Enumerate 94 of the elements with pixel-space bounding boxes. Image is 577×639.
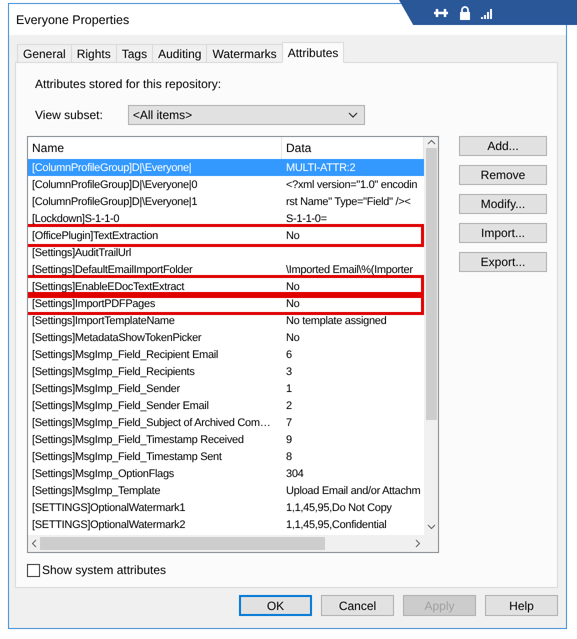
list-row[interactable]: [Settings]MsgImp_Field_Sender Email 2: [28, 397, 424, 414]
data-cell-text: 304: [285, 468, 304, 480]
signal-icon[interactable]: [481, 6, 494, 19]
list-row[interactable]: [Settings]MsgImp_OptionFlags 304: [28, 465, 424, 482]
list-row[interactable]: [Settings]ImportPDFPages No: [28, 295, 424, 312]
list-row[interactable]: [ColumnProfileGroup]D|\Everyone|0 <?xml version="1.0" encodin: [28, 176, 424, 193]
data-cell-text: 7: [285, 416, 293, 428]
action-button[interactable]: Import...: [459, 223, 547, 243]
list-row[interactable]: [Settings]MsgImp_Template Upload Email and/or Attachm: [28, 482, 424, 499]
list-row[interactable]: [Settings]MsgImp_Field_Recipients 3: [28, 363, 424, 380]
scrollbar-thumb[interactable]: [426, 148, 436, 420]
list-row[interactable]: [Settings]MsgImp_Field_Timestamp Received 9: [28, 431, 424, 448]
scroll-down-icon[interactable]: [426, 524, 436, 530]
data-cell-text: S-1-1-0=: [285, 212, 328, 224]
data-cell-text: Upload Email and/or Attachm: [285, 484, 422, 496]
dialog-button[interactable]: Cancel: [321, 595, 394, 616]
list-row[interactable]: [SETTINGS]OptionalWatermark2 1,1,45,95,Confidential: [28, 516, 424, 533]
name-cell-text: [ColumnProfileGroup]D|\Everyone|0: [31, 178, 198, 190]
name-cell-text: [Settings]MetadataShowTokenPicker: [31, 332, 202, 344]
list-row[interactable]: [Settings]MsgImp_Field_Recipient Email 6: [28, 346, 424, 363]
action-button[interactable]: Add...: [459, 136, 547, 156]
view-subset-dropdown[interactable]: <All items>: [128, 105, 365, 125]
data-cell-text: 1,1,45,95,Do Not Copy: [285, 502, 393, 514]
tab[interactable]: Tags: [116, 44, 154, 62]
list-row[interactable]: [Settings]MsgImp_Field_Timestamp Sent 8: [28, 448, 424, 465]
list-row[interactable]: [ColumnProfileGroup]D|\Everyone|1 rst Name" Type="Field" /><: [28, 193, 424, 210]
vertical-scrollbar[interactable]: [424, 137, 438, 535]
list-row[interactable]: [Settings]DefaultEmailImportFolder \Imported Email\%(Importer: [28, 261, 424, 278]
tab[interactable]: Auditing: [152, 44, 208, 62]
list-row[interactable]: [Settings]MetadataShowTokenPicker No: [28, 329, 424, 346]
name-cell-text: [Lockdown]S-1-1-0: [31, 212, 120, 224]
data-cell-text: No: [285, 298, 300, 310]
list-row[interactable]: [Settings]EnableEDocTextExtract No: [28, 278, 424, 295]
name-cell-text: [Settings]AuditTrailUrl: [31, 246, 132, 258]
name-cell-text: [Settings]MsgImp_Field_Recipient Email: [31, 348, 220, 360]
name-cell-text: [Settings]MsgImp_Template: [31, 484, 162, 496]
name-cell-text: [ColumnProfileGroup]D|\Everyone|1: [31, 196, 198, 208]
list-row[interactable]: [Settings]AuditTrailUrl: [28, 244, 424, 261]
scroll-right-icon[interactable]: [415, 539, 421, 548]
list-row[interactable]: [OfficePlugin]TextExtraction No: [28, 227, 424, 244]
data-cell-text: 2: [285, 400, 293, 412]
list-row[interactable]: [SETTINGS]OptionalWatermark1 1,1,45,95,Do Not Copy: [28, 499, 424, 516]
data-cell-text: 1,1,45,95,Confidential: [285, 518, 388, 530]
list-row[interactable]: [Settings]MsgImp_Field_Sender 1: [28, 380, 424, 397]
window-title: Everyone Properties: [16, 12, 130, 26]
checkbox-label[interactable]: Show system attributes: [42, 563, 166, 577]
data-cell-text: <?xml version="1.0" encodin: [285, 178, 418, 190]
name-cell-text: [Settings]MsgImp_Field_Timestamp Sent: [31, 450, 223, 462]
list-row[interactable]: [Settings]MsgImp_Field_Subject of Archived Com… 7: [28, 414, 424, 431]
name-cell-text: [Settings]MsgImp_Field_Sender: [31, 382, 181, 394]
tab[interactable]: Attributes: [282, 42, 344, 63]
data-cell-text: 6: [285, 348, 293, 360]
name-cell-text: [Settings]MsgImp_Field_Timestamp Received: [31, 434, 245, 446]
data-cell-text: 1: [285, 382, 293, 394]
name-cell-text: [Settings]EnableEDocTextExtract: [31, 280, 186, 292]
checkbox[interactable]: [27, 564, 40, 576]
name-cell-text: [OfficePlugin]TextExtraction: [31, 230, 159, 242]
data-cell-text: 3: [285, 366, 293, 378]
chevron-down-icon: [348, 112, 358, 118]
data-cell-text: 8: [285, 450, 293, 462]
name-cell-text: [ColumnProfileGroup]D|\Everyone|: [31, 162, 192, 174]
horizontal-scrollbar[interactable]: [28, 535, 424, 552]
data-cell-text: rst Name" Type="Field" /><: [285, 196, 412, 208]
data-cell-text: No: [285, 280, 300, 292]
name-cell-text: [Settings]MsgImp_OptionFlags: [31, 468, 176, 480]
tab[interactable]: General: [17, 44, 72, 62]
view-subset-label: View subset:: [35, 108, 103, 122]
dialog-button[interactable]: OK: [239, 595, 312, 616]
dialog-button[interactable]: Help: [485, 595, 558, 616]
name-cell-text: [Settings]ImportPDFPages: [31, 298, 156, 310]
data-cell-text: No: [285, 230, 300, 242]
data-cell-text: No: [285, 332, 300, 344]
data-cell-text: MULTI-ATTR:2: [285, 162, 356, 174]
name-cell-text: [SETTINGS]OptionalWatermark1: [31, 502, 186, 514]
name-cell-text: [Settings]ImportTemplateName: [31, 314, 176, 326]
name-cell-text: [SETTINGS]OptionalWatermark2: [31, 518, 186, 530]
list-row[interactable]: [Lockdown]S-1-1-0 S-1-1-0=: [28, 210, 424, 227]
action-button[interactable]: Modify...: [459, 194, 547, 214]
data-cell-text: No template assigned: [285, 314, 388, 326]
action-button[interactable]: Export...: [459, 252, 547, 272]
scrollbar-thumb[interactable]: [40, 537, 325, 550]
name-cell-text: [Settings]MsgImp_Field_Recipients: [31, 366, 196, 378]
data-cell-text: \Imported Email\%(Importer: [285, 264, 414, 276]
action-button[interactable]: Remove: [459, 165, 547, 185]
tab[interactable]: Rights: [70, 44, 117, 62]
data-cell-text: 9: [285, 434, 293, 446]
name-cell-text: [Settings]MsgImp_Field_Sender Email: [31, 400, 210, 412]
lock-icon[interactable]: [459, 6, 471, 20]
name-cell-text: [Settings]MsgImp_Field_Subject of Archived Com…: [31, 416, 272, 428]
scroll-left-icon[interactable]: [31, 539, 37, 548]
list-row[interactable]: [Settings]ImportTemplateName No template assigned: [28, 312, 424, 329]
name-cell-text: [Settings]DefaultEmailImportFolder: [31, 264, 194, 276]
scroll-up-icon[interactable]: [426, 139, 436, 145]
description-text: Attributes stored for this repository:: [35, 77, 222, 91]
